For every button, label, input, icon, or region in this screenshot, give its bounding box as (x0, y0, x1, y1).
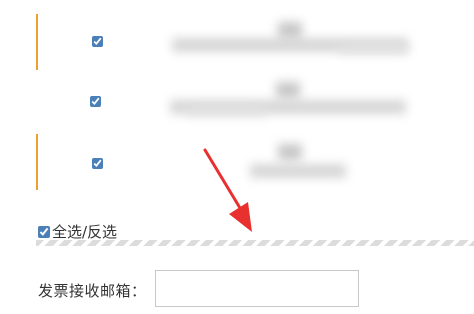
red-arrow-icon (203, 148, 252, 232)
